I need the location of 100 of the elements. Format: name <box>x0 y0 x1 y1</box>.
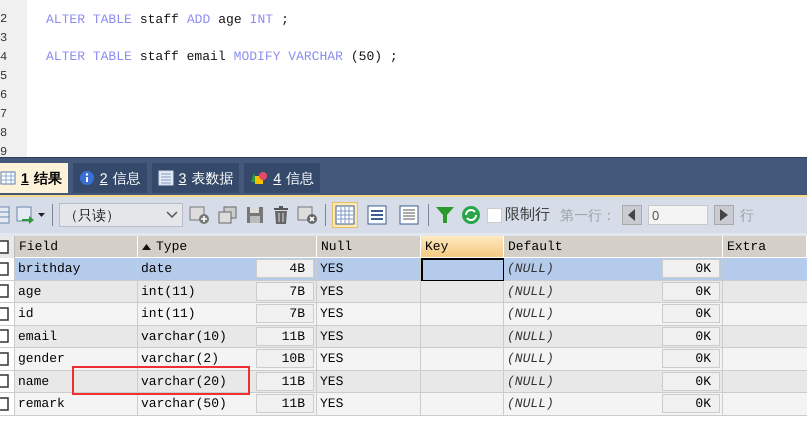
text-view-icon <box>399 205 419 225</box>
row-checkbox[interactable] <box>0 396 10 411</box>
add-row-icon[interactable] <box>189 205 211 225</box>
table-cell: YES <box>317 303 421 326</box>
column-header[interactable]: Extra <box>723 236 807 258</box>
table-cell: YES <box>317 370 421 393</box>
size-badge: 7B <box>256 304 314 324</box>
triangle-left-icon <box>628 209 636 221</box>
table-cell: id <box>15 303 138 326</box>
filter-icon[interactable] <box>435 205 455 225</box>
table-cell-text: (NULL) <box>507 372 554 390</box>
line-number: 9 <box>0 144 8 157</box>
first-row-field[interactable]: 0 <box>648 205 708 225</box>
row-checkbox[interactable] <box>0 306 10 321</box>
mode-dropdown[interactable]: （只读） <box>59 203 183 227</box>
row-checkbox[interactable] <box>0 352 10 366</box>
size-badge: 0K <box>662 259 720 278</box>
duplicate-icon[interactable] <box>217 205 239 225</box>
column-header[interactable]: Type <box>138 236 317 258</box>
row-count-label: 行 <box>740 206 754 224</box>
column-header[interactable]: Null <box>317 236 421 258</box>
size-badge: 11B <box>256 326 314 346</box>
line-number: 8 <box>0 125 8 142</box>
table-cell: remark <box>15 393 138 416</box>
sql-keyword: INT <box>250 11 274 29</box>
column-header[interactable]: Default <box>504 236 723 258</box>
size-badge: 0K <box>662 372 720 391</box>
table-cell-text: int(11) <box>141 282 196 300</box>
size-badge: 11B <box>256 372 314 391</box>
save-icon[interactable] <box>245 205 265 225</box>
refresh-icon[interactable] <box>461 205 481 225</box>
table-cell: age <box>15 280 138 303</box>
table-cell-text: (NULL) <box>507 395 554 413</box>
sql-keyword: MODIFY VARCHAR <box>234 48 343 66</box>
size-badge: 0K <box>662 282 720 301</box>
result-tab[interactable]: 1 结果 <box>0 163 68 193</box>
result-tab[interactable]: 3 表数据 <box>152 163 240 193</box>
code-text: (50) ; <box>350 48 398 66</box>
view-toggle-button[interactable] <box>332 202 358 228</box>
result-tab[interactable]: 2 信息 <box>72 163 147 193</box>
table-cell: YES <box>317 258 421 280</box>
line-number: 5 <box>0 68 8 85</box>
size-badge: 0K <box>662 304 720 324</box>
size-badge: 0K <box>662 349 720 368</box>
chevron-down-icon <box>166 211 178 219</box>
form-view-icon <box>367 205 387 225</box>
line-number: 3 <box>0 30 8 47</box>
export-icon[interactable] <box>16 205 46 225</box>
code-text: ; <box>281 11 289 29</box>
table-cell: brithday <box>15 258 138 280</box>
code-text: staff email <box>140 48 226 66</box>
table-cell-text: varchar(50) <box>141 395 227 413</box>
table-cell: YES <box>317 326 421 348</box>
shapes-icon <box>250 170 268 186</box>
info-icon <box>78 170 95 186</box>
line-number: 6 <box>0 87 8 104</box>
select-all-checkbox[interactable] <box>0 240 10 254</box>
size-badge: 0K <box>662 326 720 346</box>
table-cell: email <box>15 326 138 348</box>
size-badge: 10B <box>256 349 314 368</box>
table-cell: name <box>15 370 138 393</box>
triangle-right-icon <box>720 209 728 221</box>
result-tab[interactable]: 4 信息 <box>244 163 320 193</box>
grid-view-icon <box>335 205 355 225</box>
sql-keyword: ALTER TABLE <box>46 11 132 29</box>
row-checkbox[interactable] <box>0 374 10 388</box>
line-number: 2 <box>0 11 8 28</box>
column-header[interactable]: Field <box>15 236 138 258</box>
previous-button[interactable] <box>622 205 642 225</box>
first-row-label: 第一行： <box>560 206 616 224</box>
column-header[interactable]: Key <box>421 236 504 258</box>
next-button[interactable] <box>714 205 734 225</box>
size-badge: 7B <box>256 282 314 301</box>
table-cell: YES <box>317 348 421 370</box>
table-cell-text: (NULL) <box>507 328 554 346</box>
line-number: 4 <box>0 49 8 66</box>
table-cell-text: varchar(10) <box>141 328 227 346</box>
code-text: age <box>218 11 242 29</box>
table-icon <box>0 170 16 186</box>
delete-row-icon[interactable] <box>297 205 319 225</box>
size-badge: 11B <box>256 394 314 414</box>
trash-icon[interactable] <box>271 205 291 225</box>
table-cell: YES <box>317 393 421 416</box>
table-cell-text: (NULL) <box>507 260 554 278</box>
code-text: staff <box>140 11 179 29</box>
line-number: 7 <box>0 106 8 123</box>
table-cell: gender <box>15 348 138 370</box>
table-cell-text: int(11) <box>141 305 196 323</box>
sql-keyword: ADD <box>186 11 210 29</box>
table-icon <box>158 170 174 186</box>
checkbox-label: 限制行 <box>505 204 550 225</box>
row-checkbox[interactable] <box>0 329 10 344</box>
limit-rows-checkbox[interactable] <box>487 208 502 222</box>
grid-icon[interactable] <box>0 205 10 225</box>
row-checkbox[interactable] <box>0 284 10 298</box>
row-checkbox[interactable] <box>0 262 10 276</box>
table-cell-text: date <box>141 260 172 278</box>
table-cell-text: varchar(2) <box>141 350 220 368</box>
table-cell: YES <box>317 280 421 303</box>
size-badge: 0K <box>662 394 720 414</box>
